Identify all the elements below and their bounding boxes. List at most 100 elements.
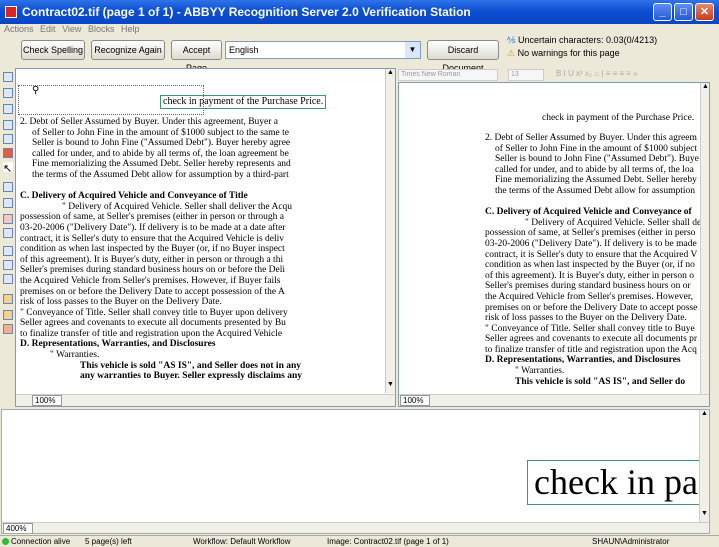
document-line: possession of same, at Seller's premises…: [20, 212, 284, 223]
document-line: [485, 197, 704, 208]
recognize-again-button[interactable]: Recognize Again: [91, 40, 165, 60]
image-vertical-scrollbar[interactable]: ▲ ▼: [385, 69, 395, 393]
recognized-document-text[interactable]: 2. Debt of Seller Assumed by Buyer. Unde…: [485, 133, 704, 387]
delete-block-icon[interactable]: [3, 214, 13, 224]
document-line: C. Delivery of Acquired Vehicle and Conv…: [20, 191, 248, 202]
close-icon[interactable]: ✕: [695, 3, 714, 21]
add-block-icon[interactable]: [3, 182, 13, 192]
document-line: contract, it is Seller's duty to ensure …: [20, 233, 285, 244]
document-line: 2. Debt of Seller Assumed by Buyer. Unde…: [485, 133, 697, 143]
language-select[interactable]: English ▼: [225, 41, 421, 59]
minimize-icon[interactable]: _: [653, 3, 672, 21]
order-blocks-icon[interactable]: [3, 246, 13, 256]
menu-actions[interactable]: Actions: [4, 24, 34, 34]
document-line: 2. Debt of Seller Assumed by Buyer. Unde…: [20, 117, 279, 127]
document-line: Fine memorializing the Assumed Debt. Sel…: [495, 175, 697, 186]
menu-edit[interactable]: Edit: [40, 24, 56, 34]
document-line: This vehicle is sold "AS IS", and Seller…: [515, 376, 686, 387]
zoom-scroll-up-icon[interactable]: ▲: [700, 410, 709, 417]
document-line: Fine memorializing the Assumed Debt. Sel…: [32, 159, 291, 170]
app-checkmark-icon: [5, 6, 17, 18]
text-zoom-value: 100%: [403, 396, 424, 405]
text-scroll-up-icon[interactable]: ▲: [701, 83, 709, 90]
warning-icon: ⚠: [507, 48, 516, 58]
menu-help[interactable]: Help: [121, 24, 140, 34]
document-line: the terms of the Assumed Debt allow for …: [32, 169, 289, 180]
document-line: Seller agrees and covenants to execute a…: [20, 318, 286, 329]
connection-status: Connection alive: [2, 536, 70, 547]
uncertain-chars-text: Uncertain characters: 0.03(0/4213): [518, 35, 658, 45]
analyze-icon[interactable]: [3, 294, 13, 304]
window-title: Contract02.tif (page 1 of 1) - ABBYY Rec…: [22, 5, 471, 19]
properties-icon[interactable]: [3, 324, 13, 334]
main-toolbar: Check Spelling Recognize Again Accept Pa…: [0, 35, 719, 73]
menu-blocks[interactable]: Blocks: [88, 24, 115, 34]
pointer-icon[interactable]: ↖: [3, 162, 13, 175]
block-tools-strip: ↖: [0, 68, 15, 398]
image-pane[interactable]: ⚲ check in payment of the Purchase Price…: [15, 68, 396, 407]
document-line: possession of same, at Seller's premises…: [485, 228, 696, 239]
text-zoom-select[interactable]: 100%: [400, 395, 430, 406]
table-lines-icon[interactable]: [3, 260, 13, 270]
format-toolbar: Times New Roman 13 B I U x² x₂ ⌂ | ≡ ≡ ≡…: [398, 68, 710, 82]
discard-document-button[interactable]: Discard Document: [427, 40, 499, 73]
scroll-down-icon[interactable]: ▼: [386, 381, 395, 388]
document-line: called for under, and to abide by all te…: [495, 164, 694, 175]
zoom-level-select[interactable]: 400%: [3, 523, 33, 533]
scroll-up-icon[interactable]: ▲: [386, 69, 395, 76]
document-line: Seller's premises during standard busine…: [485, 281, 691, 292]
check-spelling-button[interactable]: Check Spelling: [21, 40, 85, 60]
user-status: SHAUN\Administrator: [592, 537, 670, 546]
rect-area-tool-icon[interactable]: [3, 88, 13, 98]
document-line: " Delivery of Acquired Vehicle. Seller s…: [62, 201, 293, 212]
highlighted-text-block[interactable]: check in payment of the Purchase Price.: [160, 95, 327, 109]
read-icon[interactable]: [3, 310, 13, 320]
picture-block-tool-icon[interactable]: [3, 134, 13, 144]
select-area-tool-icon[interactable]: [3, 72, 13, 82]
image-zoom-select[interactable]: 100%: [32, 395, 62, 406]
table-block-tool-icon[interactable]: [3, 120, 13, 130]
warnings-info: ⚠ No warnings for this page: [507, 48, 620, 59]
document-line: the Acquired Vehicle from Seller's premi…: [485, 291, 693, 302]
document-line: Seller is bound to John Fine ("Assumed D…: [495, 154, 699, 165]
chevron-down-icon[interactable]: ▼: [405, 42, 420, 58]
barcode-block-tool-icon[interactable]: [3, 148, 13, 158]
merge-block-icon[interactable]: [3, 228, 13, 238]
document-line: " Conveyance of Title. Seller shall conv…: [20, 307, 288, 318]
document-line: D. Representations, Warranties, and Disc…: [485, 355, 681, 366]
document-line: of Seller to John Fine in the amount of …: [32, 127, 289, 138]
zoomed-text-block[interactable]: check in pa: [527, 460, 709, 505]
status-bar: Connection alive 5 page(s) left Workflow…: [0, 535, 719, 546]
image-status: Image: Contract02.tif (page 1 of 1): [327, 537, 449, 546]
font-select[interactable]: Times New Roman: [398, 69, 498, 81]
text-block-tool-icon[interactable]: [3, 104, 13, 114]
document-line: risk of loss passes to the Buyer on the …: [20, 297, 222, 308]
document-line: of this agreement). It is Buyer's duty, …: [20, 254, 284, 265]
split-block-icon[interactable]: [3, 198, 13, 208]
recognized-text-pane[interactable]: check in payment of the Purchase Price. …: [398, 82, 710, 407]
zoom-scroll-down-icon[interactable]: ▼: [700, 510, 709, 517]
zoom-pane[interactable]: check in pa ▲ ▼ 400%: [1, 409, 710, 534]
image-zoom-value: 100%: [35, 396, 56, 405]
accept-page-button[interactable]: Accept Page: [171, 40, 222, 73]
image-horizontal-scrollbar[interactable]: 100%: [16, 394, 395, 406]
document-line: 03-20-2006 ("Delivery Date"). If deliver…: [485, 238, 697, 249]
menu-view[interactable]: View: [62, 24, 81, 34]
zoom-horizontal-scrollbar[interactable]: 400%: [2, 522, 709, 533]
text-vertical-scrollbar[interactable]: ▲: [700, 83, 709, 394]
recognized-heading[interactable]: check in payment of the Purchase Price.: [542, 113, 694, 124]
zoom-vertical-scrollbar[interactable]: ▲ ▼: [699, 410, 709, 522]
zoom-level-value: 400%: [6, 524, 27, 533]
document-line: condition as when last inspected by the …: [20, 244, 285, 255]
font-size-select[interactable]: 13: [508, 69, 544, 81]
warnings-text: No warnings for this page: [517, 48, 620, 58]
text-horizontal-scrollbar[interactable]: 100%: [399, 394, 709, 406]
format-buttons[interactable]: B I U x² x₂ ⌂ | ≡ ≡ ≡ ≡ »: [556, 69, 638, 78]
menu-bar: Actions Edit View Blocks Help: [0, 24, 719, 35]
table-cells-icon[interactable]: [3, 274, 13, 284]
document-line: " Delivery of Acquired Vehicle. Seller s…: [525, 217, 704, 228]
document-line: premises on or before the Delivery Date …: [20, 286, 285, 297]
maximize-icon[interactable]: □: [674, 3, 693, 21]
document-line: called for under, and to abide by all te…: [32, 148, 289, 159]
document-line: premises on or before the Delivery Date …: [485, 302, 698, 313]
